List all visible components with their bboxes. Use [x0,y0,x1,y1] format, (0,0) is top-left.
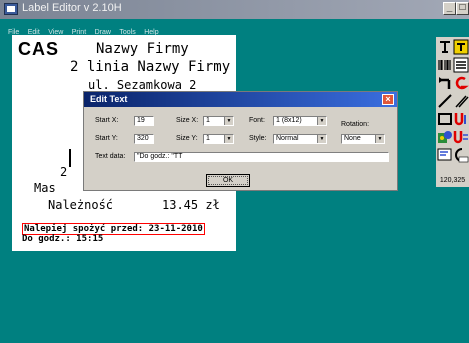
text-tool-icon[interactable] [437,39,453,55]
font-label: Font: [249,117,265,124]
text-data-label: Text data: [95,153,126,160]
image-tool-icon[interactable] [437,129,453,145]
style-select[interactable]: Normal ▼ [273,134,327,144]
chevron-down-icon[interactable]: ▼ [317,135,326,143]
start-x-label: Start X: [95,117,119,124]
style-value: Normal [276,135,299,142]
window-title: Label Editor v 2.10H [22,2,122,14]
start-y-input[interactable]: 320 [134,134,154,144]
rotation-select[interactable]: None ▼ [341,134,385,144]
cas-logo[interactable]: CAS [18,39,59,60]
label-line-company[interactable]: Nazwy Firmy [96,41,189,57]
label-line-amount-value[interactable]: 13.45 zł [162,198,220,212]
red-g-tool-icon[interactable] [453,75,469,91]
label-line-amount-caption[interactable]: Należność [48,198,113,212]
label-line-street[interactable]: ul. Sezamkowa 2 [88,78,196,92]
dialog-close-button[interactable]: × [382,94,394,105]
printer-tool-icon[interactable] [453,93,469,109]
list-tool-icon[interactable] [453,57,469,73]
text-yellow-tool-icon[interactable] [453,39,469,55]
chevron-down-icon[interactable]: ▼ [224,135,233,143]
move-tool-icon[interactable] [437,75,453,91]
app-icon [4,3,18,15]
start-y-label: Start Y: [95,135,118,142]
font-value: 1 (8x12) [276,117,302,124]
dialog-title: Edit Text [90,94,128,104]
font-select[interactable]: 1 (8x12) ▼ [273,116,327,126]
size-x-select[interactable]: 1 ▼ [203,116,234,126]
size-x-label: Size X: [176,117,199,124]
app-window: Label Editor v 2.10H _ □ File Edit View … [0,0,469,343]
rectangle-tool-icon[interactable] [437,111,453,127]
dialog-title-bar[interactable]: Edit Text × [84,92,397,107]
chevron-down-icon[interactable]: ▼ [224,117,233,125]
label-line-mass[interactable]: Mas [34,181,56,195]
size-y-label: Size Y: [176,135,198,142]
line-tool-icon[interactable] [437,93,453,109]
font-tool-icon[interactable] [453,147,469,163]
edit-text-dialog: Edit Text × Start X: 19 Size X: 1 ▼ Font… [83,91,398,191]
ok-button[interactable]: OK [206,174,250,187]
rotation-label: Rotation: [341,121,370,128]
toolbox-panel: 120,325 [436,37,469,187]
menu-bar: File Edit View Print Draw Tools Help [0,19,469,36]
label-line-time[interactable]: Do godz.: 15:15 [22,234,103,244]
label-line-company-2[interactable]: 2 linia Nazwy Firmy [70,59,230,75]
text-data-input[interactable]: "Do godz.: "TT [134,152,389,162]
minimize-button[interactable]: _ [443,2,456,15]
variable-u-tool-icon[interactable] [453,111,469,127]
size-y-select[interactable]: 1 ▼ [203,134,234,144]
chevron-down-icon[interactable]: ▼ [317,117,326,125]
size-x-value: 1 [206,117,210,124]
variable-equals-tool-icon[interactable] [453,129,469,145]
properties-tool-icon[interactable] [437,147,453,163]
chevron-down-icon[interactable]: ▼ [375,135,384,143]
title-bar[interactable]: Label Editor v 2.10H _ □ [0,0,469,19]
start-x-input[interactable]: 19 [134,116,154,126]
cursor-coordinates: 120,325 [439,177,466,184]
maximize-button[interactable]: □ [456,2,469,15]
style-label: Style: [249,135,267,142]
size-y-value: 1 [206,135,210,142]
barcode-tool-icon[interactable] [437,57,453,73]
barcode-fragment[interactable] [69,149,71,167]
rotation-value: None [344,135,361,142]
label-line-fragment[interactable]: 2 [60,165,67,179]
